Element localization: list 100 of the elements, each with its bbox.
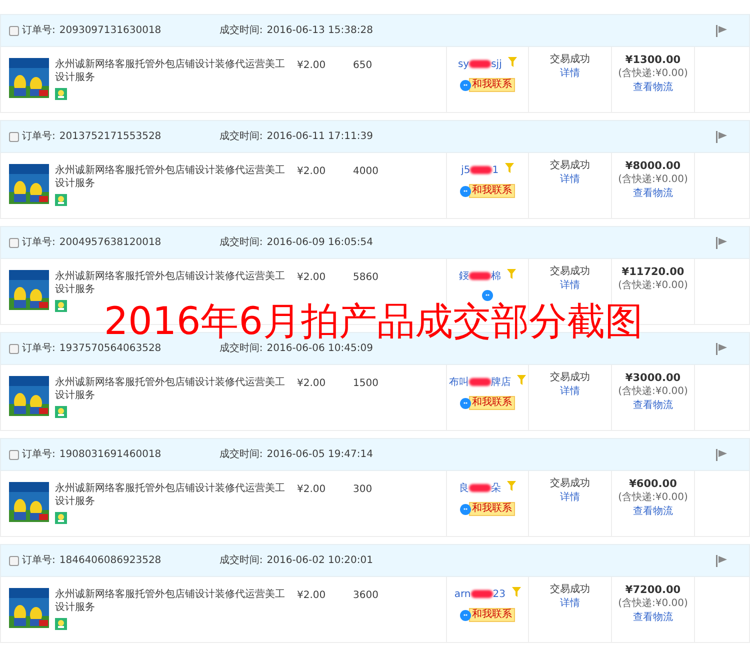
logistics-link[interactable]: 查看物流 — [612, 399, 694, 413]
order-total: ¥1300.00 — [624, 53, 682, 67]
shipping-fee: (含快递:¥0.00) — [617, 491, 689, 505]
order-total: ¥3000.00 — [624, 371, 682, 385]
shipping-fee: (含快递:¥0.00) — [617, 279, 689, 293]
redaction-mark — [468, 272, 491, 280]
chat-icon[interactable] — [460, 398, 471, 408]
checkbox[interactable] — [9, 26, 19, 36]
order-time: 2016-06-13 15:38:28 — [266, 24, 373, 38]
shipping-fee: (含快递:¥0.00) — [617, 597, 689, 611]
order-total: ¥600.00 — [628, 477, 678, 491]
chat-icon[interactable] — [460, 610, 471, 620]
contact-button[interactable]: 和我联系 — [469, 78, 515, 92]
redaction-mark — [470, 166, 492, 174]
contact-button[interactable]: 和我联系 — [469, 396, 515, 410]
order-time: 2016-06-09 16:05:54 — [266, 236, 373, 250]
checkbox[interactable] — [9, 344, 19, 354]
order-total: ¥8000.00 — [624, 159, 682, 173]
order-total: ¥7200.00 — [624, 583, 682, 597]
buyer-name[interactable]: 良 朵 — [458, 483, 501, 494]
buyer-name[interactable]: j5 1 — [461, 165, 499, 176]
details-link[interactable]: 详情 — [529, 279, 611, 293]
logistics-link[interactable]: 查看物流 — [612, 81, 694, 95]
product-title[interactable]: 永州诚新网络客服托管外包店铺设计装修代运营美工设计服务 — [55, 482, 291, 508]
flag-icon[interactable] — [716, 24, 727, 36]
logistics-link[interactable]: 查看物流 — [612, 611, 694, 625]
quantity: 650 — [353, 59, 374, 73]
order-status: 交易成功 — [549, 265, 591, 279]
product-title[interactable]: 永州诚新网络客服托管外包店铺设计装修代运营美工设计服务 — [55, 58, 291, 84]
chat-icon[interactable] — [460, 504, 471, 514]
flag-icon[interactable] — [716, 342, 727, 354]
filter-icon[interactable] — [517, 375, 526, 385]
time-label: 成交时间: — [219, 448, 263, 462]
shipping-fee: (含快递:¥0.00) — [617, 173, 689, 187]
order-status: 交易成功 — [549, 371, 591, 385]
order-time: 2016-06-02 10:20:01 — [266, 554, 373, 568]
badge-icon — [55, 512, 67, 524]
quantity: 1500 — [353, 377, 380, 391]
order-label: 订单号: — [22, 554, 56, 568]
details-link[interactable]: 详情 — [529, 385, 611, 399]
time-label: 成交时间: — [219, 24, 263, 38]
contact-button[interactable]: 和我联系 — [469, 608, 515, 622]
flag-icon[interactable] — [716, 554, 727, 566]
details-link[interactable]: 详情 — [529, 173, 611, 187]
unit-price: ¥2.00 — [296, 165, 327, 179]
logistics-link[interactable]: 查看物流 — [612, 187, 694, 201]
buyer-name[interactable]: 鋄 棉 — [458, 271, 501, 282]
checkbox[interactable] — [9, 450, 19, 460]
badge-icon — [55, 300, 67, 312]
chat-icon[interactable] — [482, 290, 493, 301]
details-link[interactable]: 详情 — [529, 491, 611, 505]
order-number: 2093097131630018 — [59, 24, 162, 38]
details-link[interactable]: 详情 — [529, 67, 611, 81]
filter-icon[interactable] — [508, 57, 518, 67]
order-number: 2004957638120018 — [59, 236, 162, 250]
flag-icon[interactable] — [716, 236, 727, 248]
badge-icon — [55, 618, 67, 630]
order-status: 交易成功 — [549, 477, 591, 491]
order-label: 订单号: — [22, 24, 56, 38]
buyer-name[interactable]: 布叫 牌店 — [448, 377, 511, 388]
flag-icon[interactable] — [716, 448, 727, 460]
order-number: 2013752171553528 — [59, 130, 162, 144]
quantity: 5860 — [353, 271, 380, 285]
buyer-name[interactable]: arn 23 — [454, 589, 506, 600]
shipping-fee: (含快递:¥0.00) — [617, 385, 689, 399]
buyer-name[interactable]: sy sjj — [458, 59, 502, 70]
unit-price: ¥2.00 — [296, 377, 327, 391]
redaction-mark — [469, 60, 492, 68]
order-time: 2016-06-06 10:45:09 — [266, 342, 373, 356]
filter-icon[interactable] — [504, 163, 514, 173]
unit-price: ¥2.00 — [296, 483, 327, 497]
badge-icon — [55, 406, 67, 418]
filter-icon[interactable] — [507, 481, 516, 491]
contact-button[interactable]: 和我联系 — [469, 502, 515, 516]
order-label: 订单号: — [22, 342, 56, 356]
quantity: 3600 — [353, 589, 380, 603]
shipping-fee: (含快递:¥0.00) — [617, 67, 689, 81]
quantity: 4000 — [353, 165, 380, 179]
checkbox[interactable] — [9, 238, 19, 248]
details-link[interactable]: 详情 — [529, 597, 611, 611]
unit-price: ¥2.00 — [296, 589, 327, 603]
unit-price: ¥2.00 — [296, 271, 327, 285]
contact-button[interactable]: 和我联系 — [469, 184, 515, 198]
flag-icon[interactable] — [716, 130, 727, 142]
order-status: 交易成功 — [549, 583, 591, 597]
order-time: 2016-06-05 19:47:14 — [266, 448, 373, 462]
filter-icon[interactable] — [507, 269, 516, 279]
filter-icon[interactable] — [512, 587, 521, 597]
chat-icon[interactable] — [460, 186, 471, 196]
product-title[interactable]: 永州诚新网络客服托管外包店铺设计装修代运营美工设计服务 — [55, 164, 291, 190]
redaction-mark — [468, 378, 491, 386]
product-title[interactable]: 永州诚新网络客服托管外包店铺设计装修代运营美工设计服务 — [55, 588, 291, 614]
chat-icon[interactable] — [460, 80, 471, 90]
product-title[interactable]: 永州诚新网络客服托管外包店铺设计装修代运营美工设计服务 — [55, 270, 291, 296]
logistics-link[interactable]: 查看物流 — [612, 505, 694, 519]
checkbox[interactable] — [9, 556, 19, 566]
checkbox[interactable] — [9, 132, 19, 142]
time-label: 成交时间: — [219, 130, 263, 144]
product-title[interactable]: 永州诚新网络客服托管外包店铺设计装修代运营美工设计服务 — [55, 376, 291, 402]
badge-icon — [55, 194, 67, 206]
